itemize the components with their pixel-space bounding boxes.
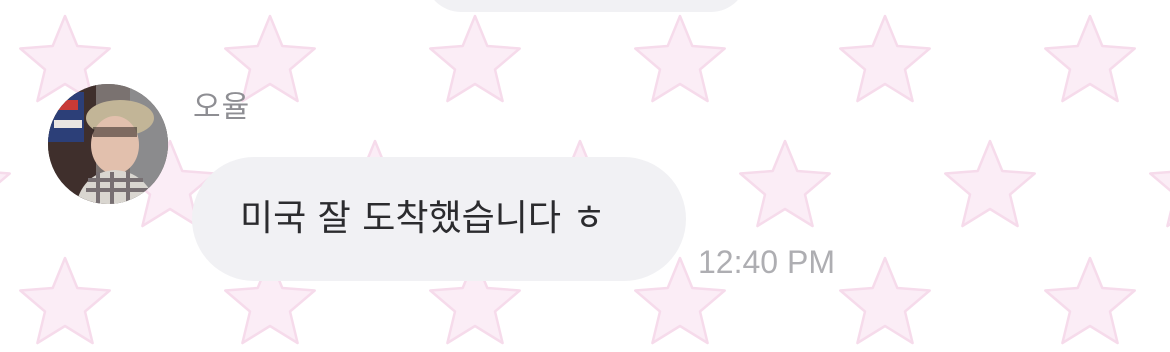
star-icon — [19, 256, 111, 345]
star-icon — [1044, 14, 1136, 103]
star-icon — [634, 14, 726, 103]
star-icon — [1149, 170, 1170, 228]
star-icon — [0, 171, 11, 184]
star-icon — [429, 14, 521, 103]
message-bubble[interactable]: 미국 잘 도착했습니다 ㅎ — [192, 157, 686, 281]
sender-avatar[interactable] — [48, 84, 168, 204]
star-icon — [739, 139, 831, 228]
star-icon — [839, 256, 931, 345]
star-icon — [944, 139, 1036, 228]
previous-message-bubble[interactable] — [425, 0, 747, 12]
sender-name: 오율 — [193, 90, 251, 125]
star-icon — [1044, 256, 1136, 345]
avatar-photo — [48, 84, 168, 204]
message-text: 미국 잘 도착했습니다 ㅎ — [240, 198, 606, 239]
star-icon — [839, 14, 931, 103]
message-timestamp: 12:40 PM — [698, 244, 835, 280]
